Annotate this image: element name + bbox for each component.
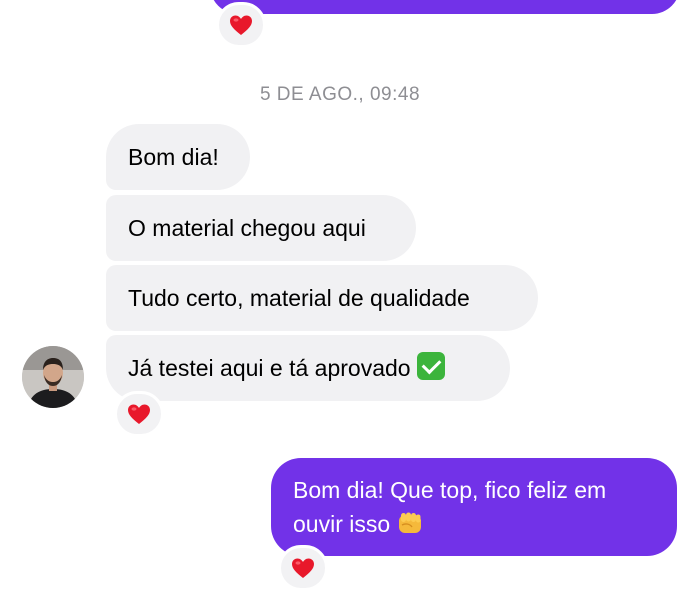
heart-icon	[128, 404, 150, 424]
heart-icon	[230, 15, 252, 35]
incoming-message[interactable]: Já testei aqui e tá aprovado	[106, 335, 510, 401]
incoming-message[interactable]: Bom dia!	[106, 124, 250, 190]
heart-icon	[292, 558, 314, 578]
reaction-badge[interactable]	[114, 391, 164, 437]
message-timestamp: 5 DE AGO., 09:48	[259, 84, 421, 105]
message-text: Bom dia!	[128, 144, 219, 170]
reaction-badge[interactable]	[216, 2, 266, 48]
previous-outgoing-message[interactable]	[210, 0, 680, 14]
incoming-message[interactable]: Tudo certo, material de qualidade	[106, 265, 538, 331]
reaction-badge[interactable]	[278, 545, 328, 591]
message-text: O material chegou aqui	[128, 215, 366, 241]
message-text: Bom dia! Que top, fico feliz em ouvir is…	[293, 477, 607, 537]
message-text: Já testei aqui e tá aprovado	[128, 355, 411, 381]
incoming-message[interactable]: O material chegou aqui	[106, 195, 416, 261]
message-text: Tudo certo, material de qualidade	[128, 285, 470, 311]
check-mark-emoji-icon	[416, 352, 445, 380]
outgoing-message[interactable]: Bom dia! Que top, fico feliz em ouvir is…	[271, 458, 677, 556]
oncoming-fist-emoji-icon	[399, 512, 422, 533]
avatar-photo	[22, 346, 84, 408]
avatar[interactable]	[22, 346, 84, 408]
chat-thread: 5 DE AGO., 09:48 Bom dia! O material che…	[0, 0, 700, 616]
